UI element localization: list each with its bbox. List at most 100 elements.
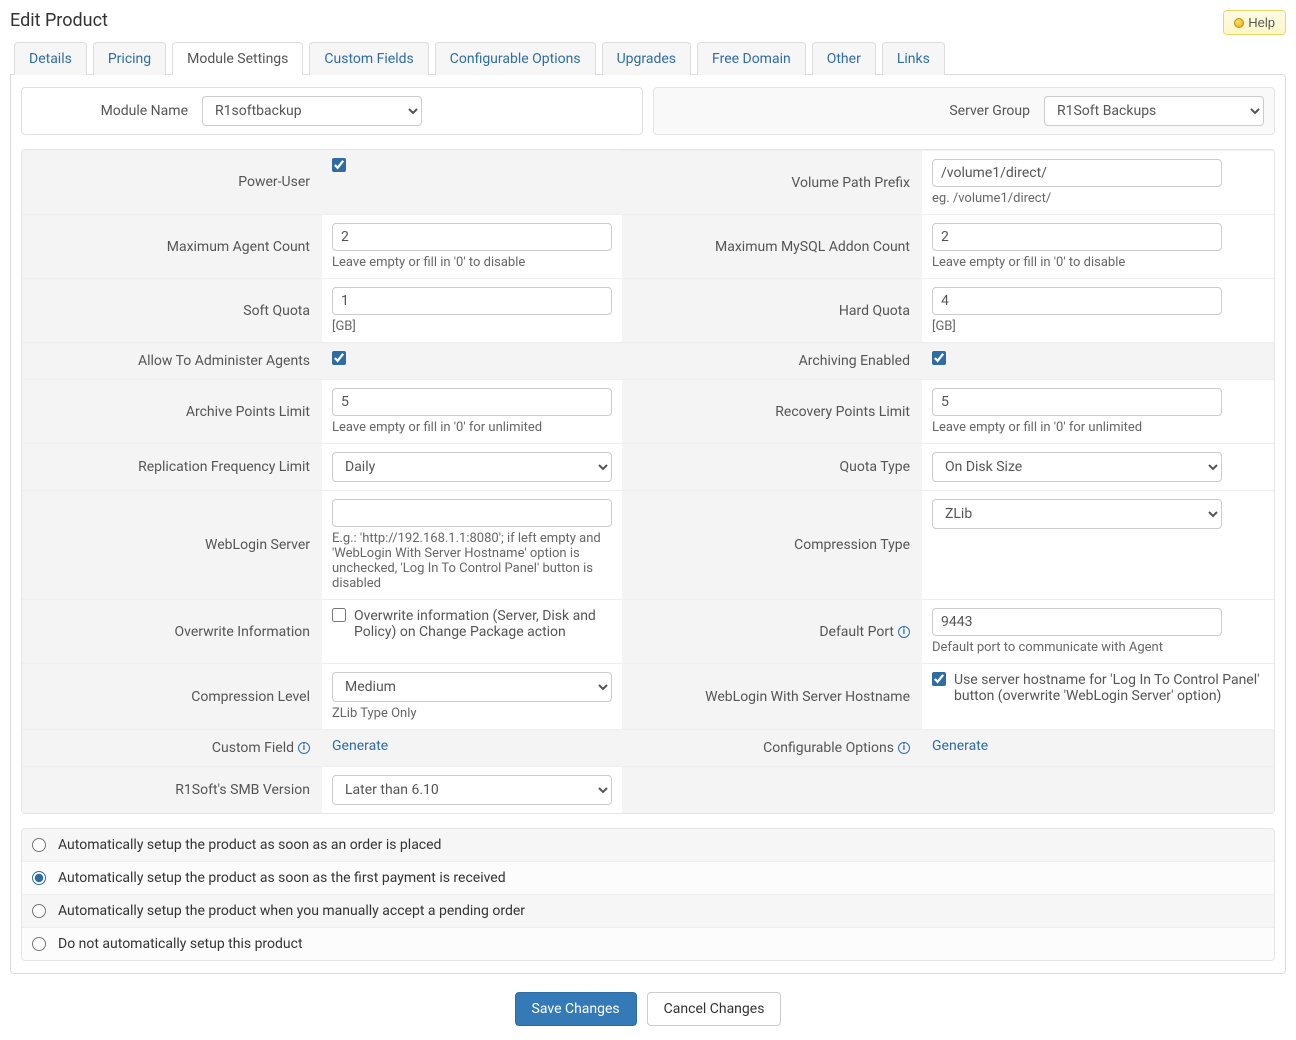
auto-setup-label: Do not automatically setup this product — [58, 936, 303, 952]
custom-field-generate-link[interactable]: Generate — [332, 738, 388, 754]
auto-setup-radio[interactable] — [32, 838, 46, 852]
quota-type-select[interactable]: On Disk Size — [932, 452, 1222, 482]
empty-cell — [922, 766, 1274, 813]
empty-label — [622, 766, 922, 813]
power-user-checkbox[interactable] — [332, 158, 346, 172]
replication-select[interactable]: Daily — [332, 452, 612, 482]
weblogin-hostname-label: WebLogin With Server Hostname — [622, 663, 922, 729]
tab-other[interactable]: Other — [812, 42, 876, 75]
module-name-select[interactable]: R1softbackup — [202, 96, 422, 126]
tab-details[interactable]: Details — [14, 42, 87, 75]
compression-type-cell: ZLib — [922, 490, 1274, 599]
lightbulb-icon — [1234, 18, 1244, 28]
auto-setup-radio[interactable] — [32, 937, 46, 951]
quota-type-cell: On Disk Size — [922, 443, 1274, 490]
compression-level-cell: Medium ZLib Type Only — [322, 663, 622, 729]
admin-agents-checkbox[interactable] — [332, 351, 346, 365]
custom-field-cell: Generate — [322, 729, 622, 766]
volume-path-label: Volume Path Prefix — [622, 150, 922, 214]
smb-version-cell: Later than 6.10 — [322, 766, 622, 813]
soft-quota-label: Soft Quota — [22, 278, 322, 342]
archive-points-input[interactable] — [332, 388, 612, 416]
tab-free-domain[interactable]: Free Domain — [697, 42, 806, 75]
tab-pricing[interactable]: Pricing — [93, 42, 166, 75]
max-mysql-input[interactable] — [932, 223, 1222, 251]
overwrite-info-cell: Overwrite information (Server, Disk and … — [322, 599, 622, 663]
tab-configurable-options[interactable]: Configurable Options — [435, 42, 596, 75]
compression-level-hint: ZLib Type Only — [332, 706, 612, 721]
archive-points-label: Archive Points Limit — [22, 379, 322, 443]
compression-type-label: Compression Type — [622, 490, 922, 599]
info-icon[interactable]: i — [898, 626, 910, 638]
soft-quota-cell: [GB] — [322, 278, 622, 342]
page-title: Edit Product — [10, 8, 108, 37]
smb-version-label: R1Soft's SMB Version — [22, 766, 322, 813]
auto-setup-panel: Automatically setup the product as soon … — [21, 828, 1275, 961]
help-label: Help — [1248, 15, 1275, 30]
compression-level-select[interactable]: Medium — [332, 672, 612, 702]
soft-quota-input[interactable] — [332, 287, 612, 315]
recovery-points-hint: Leave empty or fill in '0' for unlimited — [932, 420, 1264, 435]
recovery-points-label: Recovery Points Limit — [622, 379, 922, 443]
tab-custom-fields[interactable]: Custom Fields — [309, 42, 428, 75]
max-agent-cell: Leave empty or fill in '0' to disable — [322, 214, 622, 278]
volume-path-hint: eg. /volume1/direct/ — [932, 191, 1264, 206]
weblogin-input[interactable] — [332, 499, 612, 527]
info-icon[interactable]: i — [298, 742, 310, 754]
tab-upgrades[interactable]: Upgrades — [602, 42, 691, 75]
module-name-label: Module Name — [32, 103, 202, 119]
hard-quota-input[interactable] — [932, 287, 1222, 315]
hard-quota-cell: [GB] — [922, 278, 1274, 342]
smb-version-select[interactable]: Later than 6.10 — [332, 775, 612, 805]
max-agent-hint: Leave empty or fill in '0' to disable — [332, 255, 612, 270]
auto-setup-radio[interactable] — [32, 871, 46, 885]
overwrite-info-checkbox[interactable] — [332, 608, 346, 622]
default-port-cell: Default port to communicate with Agent — [922, 599, 1274, 663]
default-port-input[interactable] — [932, 608, 1222, 636]
auto-setup-label: Automatically setup the product when you… — [58, 903, 525, 919]
replication-label: Replication Frequency Limit — [22, 443, 322, 490]
auto-setup-label: Automatically setup the product as soon … — [58, 870, 506, 886]
custom-field-label: Custom Field i — [22, 729, 322, 766]
weblogin-cell: E.g.: 'http://192.168.1.1:8080'; if left… — [322, 490, 622, 599]
default-port-hint: Default port to communicate with Agent — [932, 640, 1264, 655]
tab-bar: DetailsPricingModule SettingsCustom Fiel… — [14, 41, 1286, 74]
auto-setup-radio[interactable] — [32, 904, 46, 918]
config-options-label: Configurable Options i — [622, 729, 922, 766]
cancel-button[interactable]: Cancel Changes — [647, 992, 782, 1026]
max-mysql-cell: Leave empty or fill in '0' to disable — [922, 214, 1274, 278]
tab-module-settings[interactable]: Module Settings — [172, 42, 303, 75]
overwrite-info-label: Overwrite Information — [22, 599, 322, 663]
archive-points-cell: Leave empty or fill in '0' for unlimited — [322, 379, 622, 443]
save-button[interactable]: Save Changes — [515, 992, 637, 1026]
settings-grid: Power-User Volume Path Prefix eg. /volum… — [21, 149, 1275, 814]
recovery-points-cell: Leave empty or fill in '0' for unlimited — [922, 379, 1274, 443]
archive-points-hint: Leave empty or fill in '0' for unlimited — [332, 420, 612, 435]
weblogin-hint: E.g.: 'http://192.168.1.1:8080'; if left… — [332, 531, 612, 591]
volume-path-cell: eg. /volume1/direct/ — [922, 150, 1274, 214]
soft-quota-hint: [GB] — [332, 319, 612, 334]
help-button[interactable]: Help — [1223, 10, 1286, 35]
compression-type-select[interactable]: ZLib — [932, 499, 1222, 529]
weblogin-hostname-cell: Use server hostname for 'Log In To Contr… — [922, 663, 1274, 729]
button-bar: Save Changes Cancel Changes — [10, 974, 1286, 1032]
archiving-checkbox[interactable] — [932, 351, 946, 365]
quota-type-label: Quota Type — [622, 443, 922, 490]
recovery-points-input[interactable] — [932, 388, 1222, 416]
hard-quota-label: Hard Quota — [622, 278, 922, 342]
default-port-label: Default Port i — [622, 599, 922, 663]
archiving-label: Archiving Enabled — [622, 342, 922, 379]
max-agent-input[interactable] — [332, 223, 612, 251]
weblogin-hostname-checkbox[interactable] — [932, 672, 946, 686]
archiving-cell — [922, 342, 1274, 379]
tab-links[interactable]: Links — [882, 42, 945, 75]
info-icon[interactable]: i — [898, 742, 910, 754]
power-user-cell — [322, 150, 622, 214]
volume-path-input[interactable] — [932, 159, 1222, 187]
max-agent-label: Maximum Agent Count — [22, 214, 322, 278]
power-user-label: Power-User — [22, 150, 322, 214]
hard-quota-hint: [GB] — [932, 319, 1264, 334]
server-group-select[interactable]: R1Soft Backups — [1044, 96, 1264, 126]
config-options-generate-link[interactable]: Generate — [932, 738, 988, 754]
weblogin-label: WebLogin Server — [22, 490, 322, 599]
